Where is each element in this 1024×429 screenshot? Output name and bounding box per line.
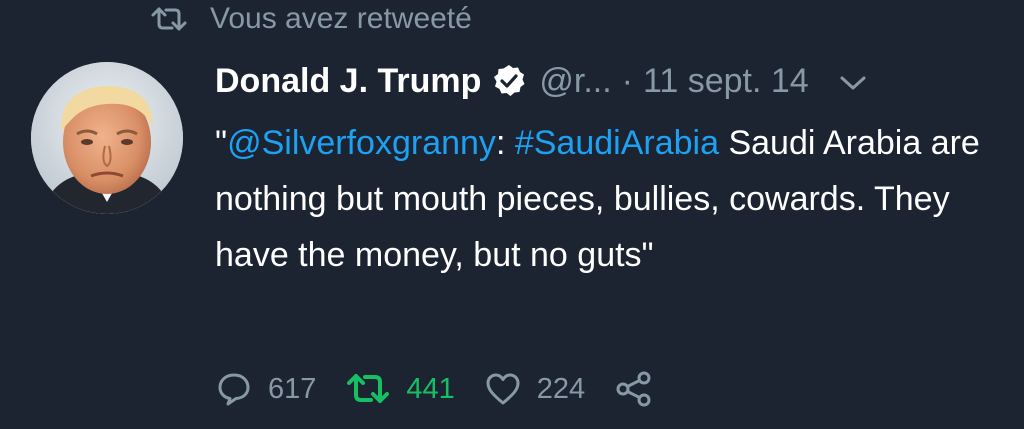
retweet-icon [151, 7, 187, 31]
like-icon [486, 373, 520, 405]
like-count: 224 [536, 372, 586, 405]
share-icon [616, 371, 651, 407]
retweet-icon [347, 374, 390, 403]
retweet-context-label: Vous avez retweeté [210, 2, 472, 35]
reply-button[interactable]: 617 [216, 371, 316, 407]
tweet-actions: 617 441 224 [216, 366, 683, 412]
mention-link[interactable]: @Silverfoxgranny [227, 124, 496, 162]
separator-dot: · [621, 61, 633, 100]
open-quote: " [215, 124, 228, 162]
display-name[interactable]: Donald J. Trump [215, 62, 481, 101]
share-button[interactable] [615, 371, 653, 407]
hashtag-link[interactable]: #SaudiArabia [515, 124, 719, 162]
retweet-count: 441 [406, 372, 455, 405]
tweet-date[interactable]: 11 sept. 14 [643, 62, 809, 101]
like-button[interactable]: 224 [485, 372, 585, 406]
retweet-context: Vous avez retweeté [150, 2, 472, 36]
colon: : [495, 124, 515, 162]
avatar[interactable] [31, 62, 183, 214]
tweet-header: Donald J. Trump @r... · 11 sept. 14 [215, 58, 995, 104]
handle[interactable]: @r... [539, 62, 611, 101]
verified-badge-icon [494, 65, 525, 96]
retweet-button[interactable]: 441 [346, 372, 455, 406]
reply-count: 617 [268, 372, 317, 405]
reply-icon [218, 373, 250, 406]
tweet-text: "@Silverfoxgranny: #SaudiArabia Saudi Ar… [215, 115, 995, 283]
profile-photo [31, 62, 183, 214]
chevron-down-icon[interactable] [837, 72, 869, 94]
